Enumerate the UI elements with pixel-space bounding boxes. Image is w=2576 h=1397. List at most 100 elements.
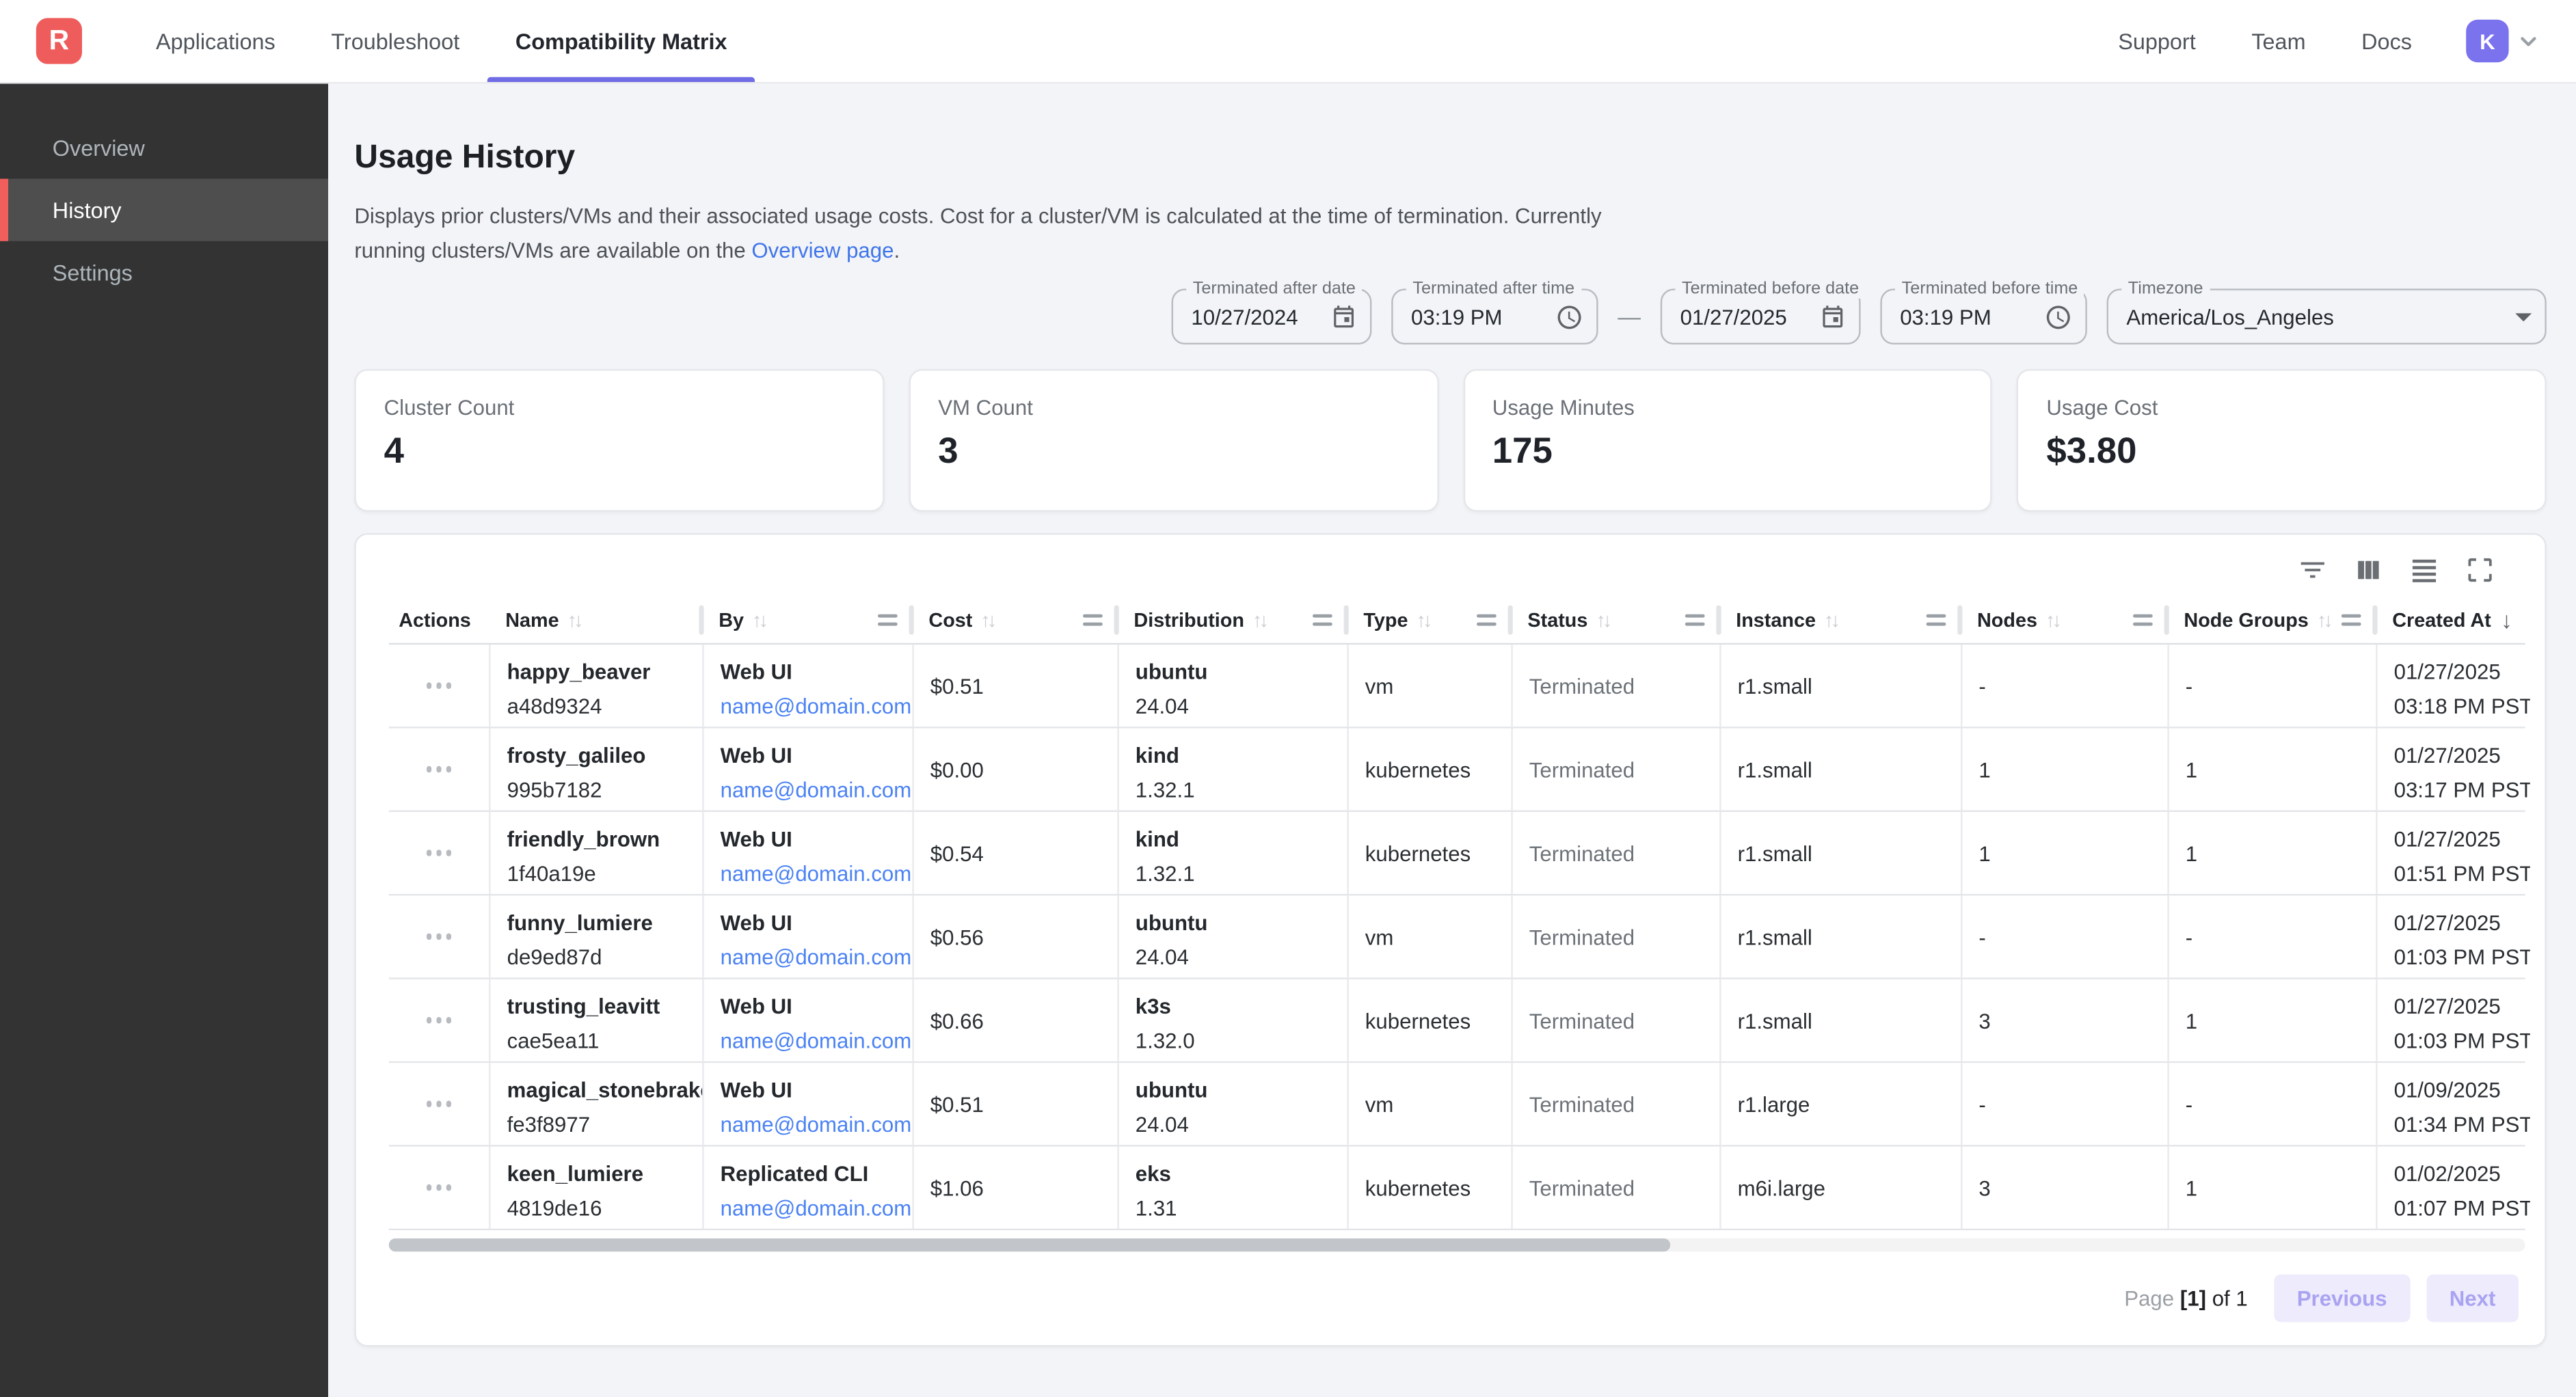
table-row: happy_beavera48d9324 Web UIname@domain.c… (389, 645, 2525, 728)
row-actions-cell (389, 645, 489, 727)
replicated-logo-icon[interactable]: R (36, 18, 82, 64)
distribution-version: 1.32.0 (1136, 1025, 1334, 1057)
creator-email-link[interactable]: name@domain.com (721, 1109, 900, 1140)
tab-compatibility-matrix[interactable]: Compatibility Matrix (487, 0, 755, 82)
node-groups-value: - (2186, 921, 2192, 953)
column-menu-icon[interactable] (1477, 614, 1497, 625)
horizontal-scrollbar[interactable] (389, 1238, 2525, 1251)
terminated-before-time-input[interactable] (1900, 304, 2038, 329)
creator-email-link[interactable]: name@domain.com (721, 858, 900, 889)
calendar-icon[interactable] (1820, 303, 1846, 329)
page-title: Usage History (354, 139, 575, 177)
column-header-type[interactable]: Type↑↓ (1347, 595, 1511, 643)
row-actions-icon[interactable] (426, 1101, 451, 1107)
sort-arrows-icon[interactable]: ↑↓ (1824, 608, 1837, 631)
sidebar-item-history[interactable]: History (0, 179, 328, 241)
terminated-before-date-field[interactable]: Terminated before date (1661, 288, 1861, 344)
column-label: Cost (928, 608, 972, 631)
row-actions-icon[interactable] (426, 683, 451, 688)
creator-email-link[interactable]: name@domain.com (721, 1025, 900, 1057)
creator-email-link[interactable]: name@domain.com (721, 774, 900, 806)
sort-arrows-icon[interactable]: ↑↓ (2317, 608, 2330, 631)
column-menu-icon[interactable] (1927, 614, 1946, 625)
row-actions-icon[interactable] (426, 766, 451, 772)
created-at-cell: 01/02/202501:07 PM PST (2376, 1147, 2530, 1229)
sort-arrows-icon[interactable]: ↑↓ (980, 608, 993, 631)
terminated-before-date-input[interactable] (1680, 304, 1813, 329)
nav-link-docs[interactable]: Docs (2333, 29, 2439, 53)
terminated-before-time-field[interactable]: Terminated before time (1880, 288, 2087, 344)
terminated-after-time-field[interactable]: Terminated after time (1391, 288, 1598, 344)
stat-card-usage-cost: Usage Cost $3.80 (2017, 369, 2547, 512)
timezone-select[interactable] (2126, 304, 2508, 329)
name-cell: happy_beavera48d9324 (489, 645, 702, 727)
sort-arrows-icon[interactable]: ↑↓ (1417, 608, 1430, 631)
sort-arrows-icon[interactable]: ↑↓ (1252, 608, 1265, 631)
terminated-after-time-input[interactable] (1411, 304, 1549, 329)
column-menu-icon[interactable] (2342, 614, 2361, 625)
fullscreen-icon[interactable] (2465, 554, 2496, 586)
creator-email-link[interactable]: name@domain.com (721, 1193, 900, 1224)
status-badge: Terminated (1529, 837, 1635, 869)
column-header-distribution[interactable]: Distribution↑↓ (1117, 595, 1347, 643)
clock-icon[interactable] (2044, 303, 2072, 331)
column-header-status[interactable]: Status↑↓ (1511, 595, 1719, 643)
next-button[interactable]: Next (2426, 1275, 2519, 1323)
column-menu-icon[interactable] (1083, 614, 1103, 625)
creator-email-link[interactable]: name@domain.com (721, 690, 900, 722)
sort-arrows-icon[interactable]: ↑↓ (1596, 608, 1609, 631)
tab-troubleshoot[interactable]: Troubleshoot (304, 0, 488, 82)
scrollbar-thumb[interactable] (389, 1238, 1671, 1251)
timezone-field[interactable]: Timezone (2107, 288, 2547, 344)
cost-value: $0.51 (930, 1088, 984, 1120)
column-header-actions: Actions (389, 595, 489, 643)
tab-applications[interactable]: Applications (128, 0, 303, 82)
type-value: kubernetes (1365, 1005, 1471, 1036)
column-header-cost[interactable]: Cost ↑↓ (912, 595, 1117, 643)
calendar-icon[interactable] (1330, 303, 1356, 329)
column-menu-icon[interactable] (1685, 614, 1705, 625)
column-header-instance[interactable]: Instance↑↓ (1719, 595, 1961, 643)
dropdown-caret-icon[interactable] (2515, 312, 2532, 321)
column-header-created-at[interactable]: Created At↓ (2376, 595, 2530, 643)
column-menu-icon[interactable] (1313, 614, 1332, 625)
column-header-by[interactable]: By↑↓ (702, 595, 912, 643)
nav-link-support[interactable]: Support (2090, 29, 2223, 53)
terminated-after-date-input[interactable] (1191, 304, 1324, 329)
sort-desc-icon[interactable]: ↓ (2501, 606, 2512, 632)
row-actions-icon[interactable] (426, 1184, 451, 1190)
creator-email-link[interactable]: name@domain.com (721, 942, 900, 973)
sidebar-item-settings[interactable]: Settings (0, 241, 328, 303)
stat-value: $3.80 (2046, 430, 2517, 472)
sort-arrows-icon[interactable]: ↑↓ (752, 608, 765, 631)
sidebar-item-overview[interactable]: Overview (0, 116, 328, 178)
stat-value: 3 (938, 430, 1408, 472)
sort-arrows-icon[interactable]: ↑↓ (567, 608, 580, 631)
row-actions-icon[interactable] (426, 1018, 451, 1023)
avatar[interactable]: K (2466, 20, 2508, 62)
column-header-node-groups[interactable]: Node Groups↑↓ (2167, 595, 2376, 643)
overview-page-link[interactable]: Overview page (751, 238, 894, 262)
pagination: Page [1] of 1 Previous Next (356, 1275, 2545, 1345)
column-header-nodes[interactable]: Nodes ↑↓ (1961, 595, 2167, 643)
filter-icon[interactable] (2297, 554, 2329, 586)
columns-icon[interactable] (2353, 554, 2385, 586)
column-menu-icon[interactable] (878, 614, 898, 625)
sort-arrows-icon[interactable]: ↑↓ (2045, 608, 2058, 631)
table-row: keen_lumiere4819de16 Replicated CLIname@… (389, 1147, 2525, 1230)
terminated-after-date-field[interactable]: Terminated after date (1172, 288, 1372, 344)
previous-button[interactable]: Previous (2274, 1275, 2410, 1323)
nav-link-team[interactable]: Team (2224, 29, 2334, 53)
clock-icon[interactable] (1555, 303, 1583, 331)
created-at-cell: 01/27/202503:18 PM PST (2376, 645, 2530, 727)
row-actions-icon[interactable] (426, 850, 451, 856)
column-menu-icon[interactable] (2133, 614, 2153, 625)
type-value: kubernetes (1365, 754, 1471, 785)
chevron-down-icon[interactable] (2514, 26, 2543, 55)
density-icon[interactable] (2409, 554, 2440, 586)
column-header-name[interactable]: Name↑↓ (489, 595, 702, 643)
row-actions-icon[interactable] (426, 934, 451, 939)
column-label: Nodes (1977, 608, 2037, 631)
node-groups-cell: 1 (2167, 812, 2376, 894)
nodes-cell: - (1961, 645, 2167, 727)
